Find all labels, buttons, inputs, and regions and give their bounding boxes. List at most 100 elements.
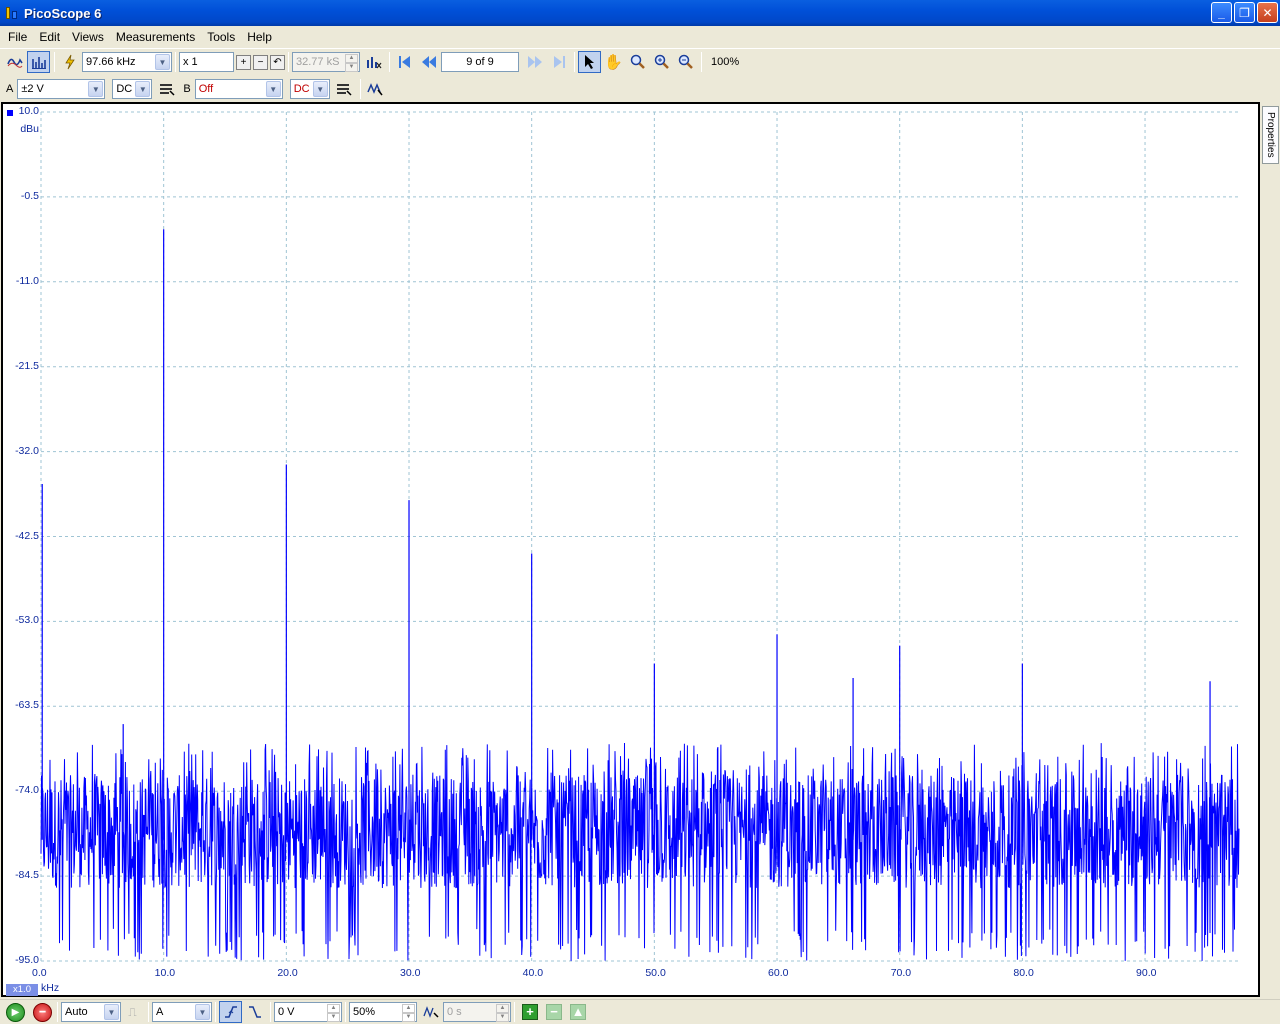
- select-tool-button[interactable]: [578, 51, 601, 73]
- hand-tool-button[interactable]: ✋: [602, 51, 625, 73]
- zoom-in-small-button[interactable]: +: [236, 54, 251, 70]
- falling-edge-icon: [248, 1006, 261, 1018]
- auto-setup-button[interactable]: [58, 51, 81, 73]
- x-tick-label: 50.0: [645, 967, 666, 979]
- start-button[interactable]: ▶: [6, 1002, 25, 1022]
- y-tick-label: -42.5: [15, 529, 39, 542]
- zoom-tool-button[interactable]: [626, 51, 649, 73]
- add-measurement-button[interactable]: +: [522, 1004, 538, 1020]
- chevron-down-icon: ▼: [155, 54, 170, 70]
- delay-wave-icon: [422, 1006, 439, 1018]
- menu-edit[interactable]: Edit: [33, 30, 66, 44]
- zoom-factor-field[interactable]: x 1: [179, 52, 234, 72]
- zoom-out-button[interactable]: [674, 51, 697, 73]
- y-tick-label: 10.0: [18, 105, 39, 117]
- spectrum-mode-button[interactable]: [27, 51, 50, 73]
- x-tick-label: 60.0: [768, 967, 789, 979]
- y-tick-label: -84.5: [15, 869, 39, 882]
- signal-generator-button[interactable]: [364, 78, 387, 100]
- maximize-button[interactable]: ❐: [1234, 2, 1255, 23]
- advanced-trigger-button: ⎍: [121, 1001, 144, 1023]
- chevron-down-icon: ▼: [195, 1004, 210, 1020]
- zoom-level[interactable]: 100%: [705, 56, 745, 68]
- arrow-cursor-icon: [584, 55, 594, 69]
- skip-last-icon: [553, 56, 565, 68]
- rising-edge-button[interactable]: [219, 1001, 242, 1023]
- last-buffer-button: [547, 51, 570, 73]
- x-tick-label: 10.0: [154, 967, 176, 979]
- hand-icon: ✋: [604, 54, 623, 71]
- channel-a-coupling-select[interactable]: DC ▼: [112, 79, 153, 99]
- y-tick-label: -63.5: [15, 699, 39, 712]
- skip-first-icon: [398, 56, 410, 68]
- next-buffer-button: [523, 51, 546, 73]
- stop-button[interactable]: ━: [33, 1002, 52, 1022]
- channel-b-options-button[interactable]: [333, 78, 356, 100]
- falling-edge-button[interactable]: [243, 1001, 266, 1023]
- spectrum-plot[interactable]: [3, 104, 1258, 995]
- y-tick-label: -21.5: [15, 359, 39, 372]
- first-buffer-button[interactable]: [393, 51, 416, 73]
- y-tick-label: -11.0: [15, 274, 39, 287]
- channel-b-label: B: [183, 83, 191, 95]
- channel-toolbar: A ±2 V ▼ DC ▼ B Off ▼ DC ▼: [0, 76, 1280, 102]
- edit-measurement-button: ▲: [570, 1004, 586, 1020]
- chevron-down-icon: ▼: [265, 81, 281, 97]
- main-toolbar: 97.66 kHz ▼ x 1 + − ↶ 32.77 kS ▲ ▼ 9 of 9 …: [0, 48, 1280, 75]
- channel-a-label: A: [6, 83, 14, 95]
- y-tick-label: -74.0: [15, 784, 39, 797]
- trigger-toolbar: ▶ ━ Auto ▼ ⎍ A ▼ 0 V ▲ ▼ 50% ▲ ▼ 0 s ▲ ▼ + − …: [0, 999, 1280, 1024]
- menu-views[interactable]: Views: [66, 30, 110, 44]
- channel-b-coupling-select[interactable]: DC ▼: [289, 79, 330, 99]
- channel-a-range-select[interactable]: ±2 V ▼: [17, 79, 106, 99]
- zoom-in-button[interactable]: [650, 51, 673, 73]
- x-tick-label: 90.0: [1136, 967, 1157, 979]
- previous-buffer-button[interactable]: [417, 51, 440, 73]
- trigger-mode-select[interactable]: Auto ▼: [61, 1002, 121, 1022]
- post-trigger-delay-button[interactable]: [419, 1001, 442, 1023]
- magnifier-icon: [630, 54, 645, 69]
- y-tick-label: -53.0: [15, 614, 39, 627]
- chevron-down-icon: ▼: [135, 81, 151, 97]
- spectrum-bars-icon: [31, 57, 46, 69]
- zoom-out-small-button[interactable]: −: [253, 54, 268, 70]
- timebase-select[interactable]: 97.66 kHz ▼: [82, 52, 172, 72]
- channel-b-range-select[interactable]: Off ▼: [194, 79, 283, 99]
- resolution-button[interactable]: [362, 51, 385, 73]
- y-tick-label: -0.5: [20, 189, 39, 202]
- buffer-navigator[interactable]: 9 of 9: [441, 52, 519, 72]
- trigger-pulse-icon: ⎍: [128, 1004, 137, 1019]
- channel-options-icon: [159, 84, 175, 96]
- close-button[interactable]: ✕: [1257, 2, 1278, 23]
- scope-wave-icon: [6, 58, 23, 68]
- trigger-threshold-field[interactable]: 0 V ▲ ▼: [274, 1002, 342, 1022]
- rising-edge-icon: [224, 1006, 237, 1018]
- chevron-down-icon: ▼: [88, 81, 104, 97]
- trigger-source-select[interactable]: A ▼: [152, 1002, 212, 1022]
- picoscope-app-icon: [4, 5, 20, 21]
- scope-mode-button[interactable]: [3, 51, 26, 73]
- noise-floor-trace: [40, 742, 1240, 961]
- y-axis-unit: dBu: [20, 123, 39, 135]
- title-bar: PicoScope 6 _ ❐ ✕: [0, 0, 1280, 26]
- x-scale-badge[interactable]: x1.0: [6, 984, 38, 996]
- x-tick-label: 0.0: [32, 967, 47, 979]
- channel-options-icon: [337, 84, 352, 96]
- signal-wave-icon: [367, 83, 383, 96]
- next-icon: [527, 56, 542, 68]
- menu-file[interactable]: File: [2, 30, 33, 44]
- properties-tab[interactable]: Properties: [1262, 106, 1279, 164]
- menu-measurements[interactable]: Measurements: [110, 30, 201, 44]
- y-tick-label: -95.0: [15, 954, 39, 966]
- resolution-bars-icon: [366, 57, 381, 69]
- remove-measurement-button: −: [546, 1004, 562, 1020]
- spectrum-view[interactable]: 10.0 -0.5 -11.0 -21.5 -32.0 -42.5 -53.0 -63.5 -7…: [1, 102, 1260, 997]
- chevron-down-icon: ▼: [312, 81, 328, 97]
- menu-tools[interactable]: Tools: [201, 30, 241, 44]
- channel-a-options-button[interactable]: [155, 78, 178, 100]
- pre-trigger-field[interactable]: 50% ▲ ▼: [349, 1002, 417, 1022]
- menu-help[interactable]: Help: [241, 30, 278, 44]
- reset-zoom-button[interactable]: ↶: [270, 54, 285, 70]
- minimize-button[interactable]: _: [1211, 2, 1232, 23]
- window-title: PicoScope 6: [24, 5, 102, 21]
